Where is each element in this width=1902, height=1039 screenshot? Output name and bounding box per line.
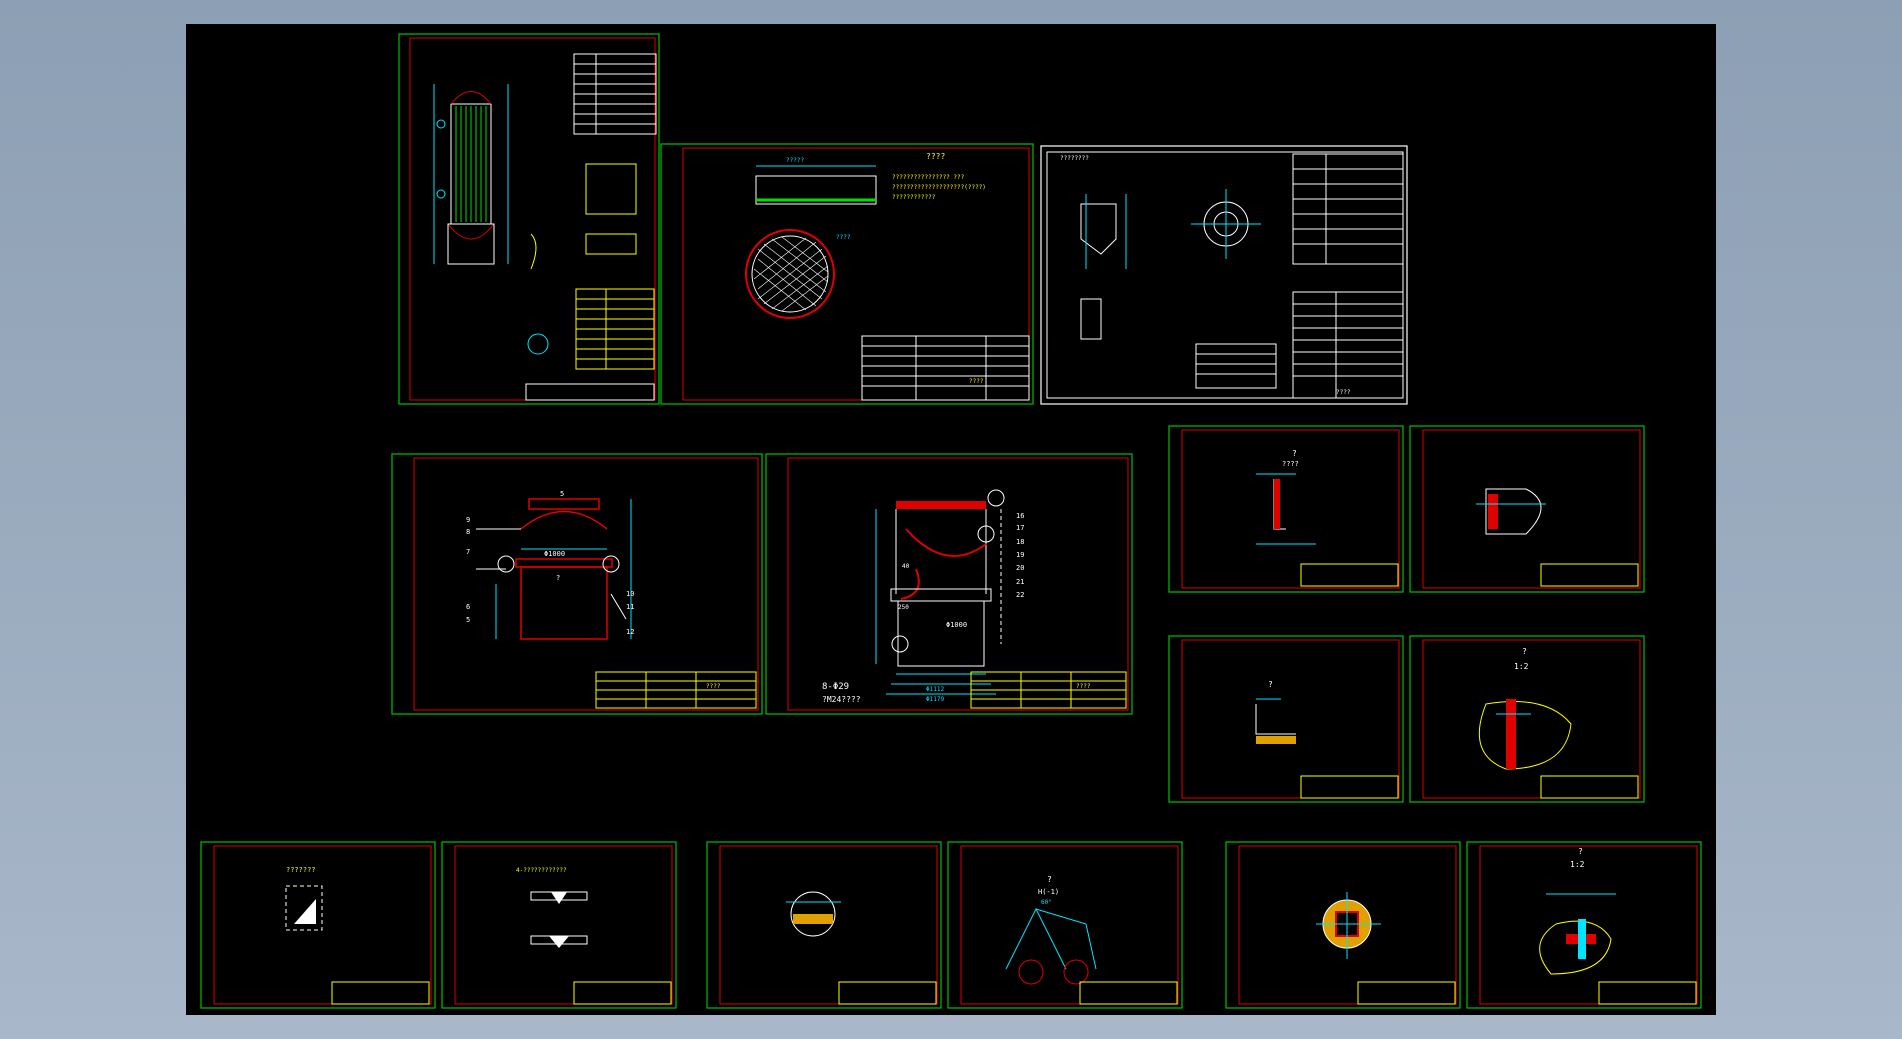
sheet-6: ? ????: [1168, 425, 1404, 593]
sheet-2-weld-note-2: ????????????????????(????): [892, 184, 986, 191]
sheet-4-dim-top: 5: [560, 490, 564, 498]
sheet-5-label-20: 20: [1016, 564, 1024, 572]
sheet-12: [706, 841, 942, 1009]
sheet-5-dim-1179: Φ1179: [926, 696, 944, 703]
sheet-2-weld-note-3: ????????????: [892, 194, 936, 201]
sheet-2-weld-note-1: ???????????????? ???: [892, 174, 965, 181]
sheet-5-dim-1112: Φ1112: [926, 686, 944, 693]
sheet-4: Φ1000 ? 5 9 8 7 6 5 10 11 12 ????: [391, 453, 763, 715]
sheet-2-titleblock: ????: [969, 378, 984, 385]
sheet-2-callout: ????: [926, 152, 945, 161]
sheet-5-dim-1000: Φ1000: [946, 621, 967, 629]
sheet-15: ? 1:2: [1466, 841, 1702, 1009]
sheet-2: ???? ???????????????? ??? ??????????????…: [660, 143, 1034, 405]
sheet-5-label-18: 18: [1016, 538, 1024, 546]
sheet-6-label: ?: [1292, 449, 1297, 458]
sheet-10-label: ???????: [286, 866, 316, 874]
sheet-11-label: 4-????????????: [516, 867, 567, 874]
sheet-4-label-9: 9: [466, 516, 470, 524]
sheet-4-titleblock: ????: [706, 683, 721, 690]
sheet-4-label-10: 10: [626, 590, 634, 598]
sheet-14: [1225, 841, 1461, 1009]
sheet-3: ???????? ????: [1040, 145, 1408, 405]
sheet-4-label-5: 5: [466, 616, 470, 624]
sheet-13-sublabel: H(-1): [1038, 888, 1059, 896]
sheet-5-bolt-note: ?M24????: [822, 695, 861, 704]
sheet-5: Φ1000 Φ1112 Φ1179 40 250 8-Φ29 ?M24???? …: [765, 453, 1133, 715]
sheet-4-label-7: 7: [466, 548, 470, 556]
sheet-15-scale: 1:2: [1570, 860, 1585, 869]
sheet-5-label-21: 21: [1016, 578, 1024, 586]
sheet-4-label-11: 11: [626, 603, 634, 611]
sheet-5-label-22: 22: [1016, 591, 1024, 599]
sheet-5-label-17: 17: [1016, 524, 1024, 532]
sheet-4-label-12: 12: [626, 628, 634, 636]
sheet-5-dim-250: 250: [898, 604, 909, 611]
drawing-canvas[interactable]: ???? ???????????????? ??? ??????????????…: [186, 24, 1716, 1015]
sheet-4-dim-center: ?: [556, 574, 560, 582]
sheet-9-label: ?: [1522, 647, 1527, 656]
sheet-6-sublabel: ????: [1282, 460, 1299, 468]
sheet-2-dim-2: ????: [836, 234, 851, 241]
sheet-5-titleblock: ????: [1076, 683, 1091, 690]
sheet-10: ???????: [200, 841, 436, 1009]
sheet-3-titleblock: ????: [1336, 389, 1351, 396]
sheet-9: ? 1:2: [1409, 635, 1645, 803]
sheet-4-label-8: 8: [466, 528, 470, 536]
sheet-5-bolt-callout: 8-Φ29: [822, 682, 849, 692]
sheet-8-label: ?: [1268, 680, 1273, 689]
sheet-5-dim-40: 40: [902, 563, 910, 570]
sheet-15-label: ?: [1578, 847, 1583, 856]
sheet-13: ? H(-1) 60°: [947, 841, 1183, 1009]
sheet-3-title: ????????: [1060, 155, 1089, 162]
sheet-9-scale: 1:2: [1514, 662, 1529, 671]
sheet-1: [398, 33, 660, 405]
sheet-13-label: ?: [1047, 875, 1052, 884]
sheet-8: ?: [1168, 635, 1404, 803]
sheet-4-dim-diameter: Φ1000: [544, 550, 565, 558]
sheet-2-dim-1: ?????: [786, 157, 804, 164]
sheet-4-label-6: 6: [466, 603, 470, 611]
sheet-13-angle: 60°: [1041, 899, 1052, 906]
sheet-5-label-19: 19: [1016, 551, 1024, 559]
sheet-7: [1409, 425, 1645, 593]
sheet-5-label-16: 16: [1016, 512, 1024, 520]
sheet-11: 4-????????????: [441, 841, 677, 1009]
cad-drawing: ???? ???????????????? ??? ??????????????…: [200, 33, 1702, 1009]
